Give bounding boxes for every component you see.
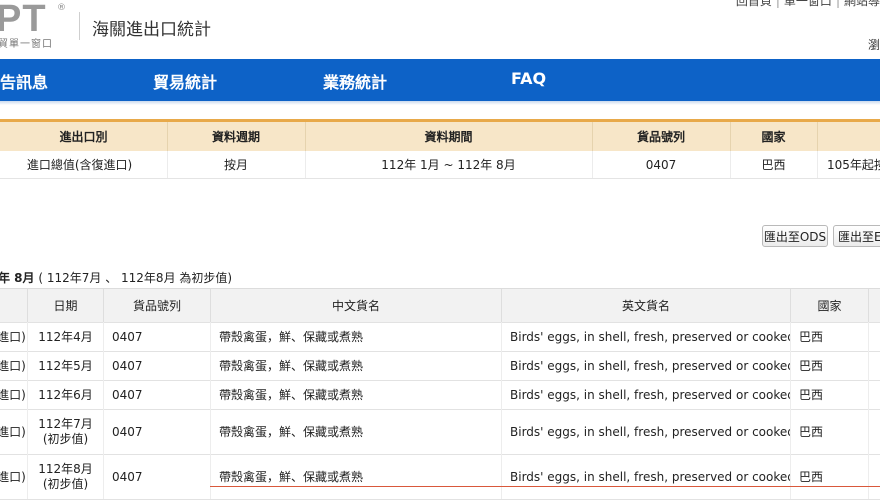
top-link-single-window[interactable]: 單一窗口 — [784, 0, 832, 8]
query-header-cell: 資料週期 — [167, 122, 306, 151]
nav-item-trade-statistics[interactable]: 貿易統計 — [153, 69, 217, 93]
results-cell-chinese-name: 帶殼禽蛋，鮮、保藏或煮熟 — [211, 322, 502, 351]
accent-line — [210, 486, 880, 487]
results-cell-english-name: Birds' eggs, in shell, fresh, preserved … — [502, 409, 791, 454]
main-nav: 告訊息 貿易統計 業務統計 FAQ — [0, 59, 880, 101]
results-header-cell: 日期 — [28, 289, 104, 322]
nav-shadow — [0, 101, 880, 105]
query-cell-country: 巴西 — [730, 151, 818, 178]
top-link-home[interactable]: 回首頁 — [736, 0, 772, 8]
query-cell-trade-type: 進口總值(含復進口) — [0, 151, 168, 178]
top-link-separator: | — [775, 0, 780, 8]
date-label: 112年8月 — [38, 461, 93, 476]
results-cell-country: 巴西 — [791, 351, 869, 380]
results-header-cell — [0, 289, 28, 322]
results-cell-hs-code: 0407 — [104, 322, 211, 351]
site-title: 海關進出口統計 — [92, 20, 211, 40]
results-header-cell: 英文貨名 — [502, 289, 791, 322]
query-header-cell: 貨品號列 — [592, 122, 731, 151]
logo[interactable]: PT — [0, 0, 47, 38]
query-header-row: 進出口別 資料週期 資料期間 貨品號列 國家 — [0, 119, 880, 151]
results-cell-trade-type: 進口) — [0, 409, 28, 454]
results-cell-english-name: Birds' eggs, in shell, fresh, preserved … — [502, 380, 791, 409]
results-caption: 年 8月 ( 112年7月 、 112年8月 為初步值) — [0, 269, 232, 286]
results-cell-chinese-name: 帶殼禽蛋，鮮、保藏或煮熟 — [211, 454, 502, 499]
preliminary-label: (初步值) — [42, 431, 89, 446]
logo-registered-mark: ® — [57, 3, 66, 13]
results-cell-chinese-name: 帶殼禽蛋，鮮、保藏或煮熟 — [211, 351, 502, 380]
results-cell-hs-code: 0407 — [104, 380, 211, 409]
results-cell-trade-type: 進口) — [0, 322, 28, 351]
results-cell-extra — [869, 454, 880, 499]
export-excel-button[interactable]: 匯出至Ex — [833, 225, 880, 247]
results-cell-date: 112年7月 (初步值) — [28, 409, 104, 454]
query-header-cell — [817, 122, 880, 151]
table-row: 進口) 112年4月 0407 帶殼禽蛋，鮮、保藏或煮熟 Birds' eggs, in… — [0, 322, 880, 352]
query-cell-period-range: 112年 1月 ~ 112年 8月 — [305, 151, 593, 178]
query-cell-hs-code: 0407 — [592, 151, 731, 178]
results-header-row: 日期 貨品號列 中文貨名 英文貨名 國家 — [0, 288, 880, 323]
top-link-separator: | — [835, 0, 840, 8]
results-cell-trade-type: 進口) — [0, 454, 28, 499]
table-row: 進口) 112年6月 0407 帶殼禽蛋，鮮、保藏或煮熟 Birds' eggs, in… — [0, 380, 880, 410]
results-header-cell: 中文貨名 — [211, 289, 502, 322]
header-divider — [79, 12, 80, 40]
user-info: 瀏 — [867, 38, 880, 52]
caption-note: ( 112年7月 、 112年8月 為初步值) — [38, 271, 233, 285]
results-cell-extra — [869, 351, 880, 380]
results-cell-country: 巴西 — [791, 380, 869, 409]
results-cell-date: 112年5月 — [28, 351, 104, 380]
logo-subtitle: 貿單一窗口 — [0, 39, 53, 50]
results-cell-extra — [869, 380, 880, 409]
results-cell-english-name: Birds' eggs, in shell, fresh, preserved … — [502, 454, 791, 499]
results-cell-extra — [869, 322, 880, 351]
results-cell-hs-code: 0407 — [104, 351, 211, 380]
results-header-cell — [869, 289, 880, 322]
results-cell-trade-type: 進口) — [0, 380, 28, 409]
results-cell-hs-code: 0407 — [104, 454, 211, 499]
nav-item-announcements[interactable]: 告訊息 — [0, 69, 48, 93]
results-cell-date: 112年8月 (初步值) — [28, 454, 104, 499]
results-cell-trade-type: 進口) — [0, 351, 28, 380]
table-row: 進口) 112年5月 0407 帶殼禽蛋，鮮、保藏或煮熟 Birds' eggs, in… — [0, 351, 880, 381]
query-header-cell: 進出口別 — [0, 122, 168, 151]
preliminary-label: (初步值) — [42, 476, 89, 491]
results-cell-country: 巴西 — [791, 454, 869, 499]
table-row: 進口) 112年8月 (初步值) 0407 帶殼禽蛋，鮮、保藏或煮熟 Birds' egg… — [0, 454, 880, 500]
table-row: 進口) 112年7月 (初步值) 0407 帶殼禽蛋，鮮、保藏或煮熟 Birds' egg… — [0, 409, 880, 455]
top-links: 回首頁 | 單一窗口 | 網站導 — [736, 0, 880, 9]
results-header-cell: 國家 — [791, 289, 869, 322]
results-cell-english-name: Birds' eggs, in shell, fresh, preserved … — [502, 322, 791, 351]
results-cell-country: 巴西 — [791, 409, 869, 454]
query-header-cell: 國家 — [730, 122, 818, 151]
nav-item-business-statistics[interactable]: 業務統計 — [323, 69, 387, 93]
results-cell-english-name: Birds' eggs, in shell, fresh, preserved … — [502, 351, 791, 380]
export-ods-button[interactable]: 匯出至ODS — [762, 225, 828, 247]
top-link-sitemap[interactable]: 網站導 — [844, 0, 880, 8]
results-cell-country: 巴西 — [791, 322, 869, 351]
caption-period: 年 8月 — [0, 271, 35, 285]
results-cell-date: 112年6月 — [28, 380, 104, 409]
results-cell-chinese-name: 帶殼禽蛋，鮮、保藏或煮熟 — [211, 409, 502, 454]
date-label: 112年7月 — [38, 416, 93, 431]
query-cell-note: 105年起按 — [827, 158, 880, 172]
nav-item-faq[interactable]: FAQ — [511, 69, 546, 88]
results-cell-extra — [869, 409, 880, 454]
results-cell-date: 112年4月 — [28, 322, 104, 351]
query-body-row: 進口總值(含復進口) 按月 112年 1月 ~ 112年 8月 0407 巴西 … — [0, 151, 880, 179]
query-cell-period-type: 按月 — [167, 151, 306, 178]
results-cell-hs-code: 0407 — [104, 409, 211, 454]
results-header-cell: 貨品號列 — [104, 289, 211, 322]
results-cell-chinese-name: 帶殼禽蛋，鮮、保藏或煮熟 — [211, 380, 502, 409]
query-header-cell: 資料期間 — [305, 122, 593, 151]
